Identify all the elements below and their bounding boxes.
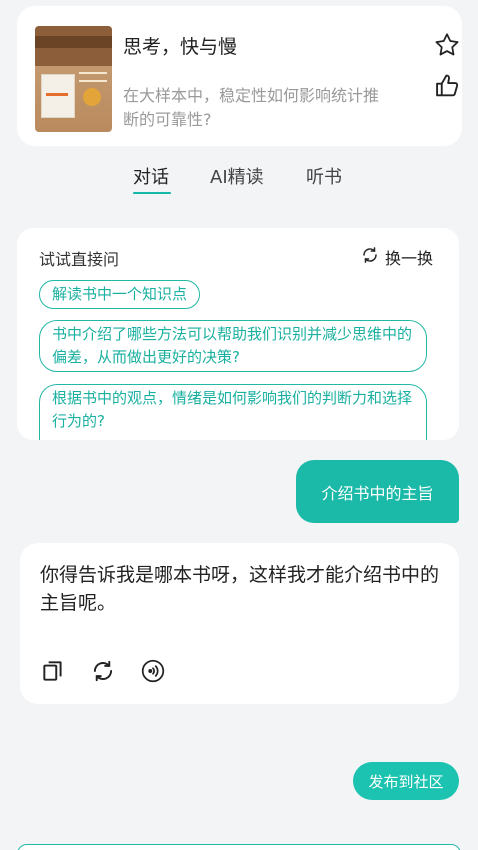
book-card: 思考，快与慢 在大样本中，稳定性如何影响统计推断的可靠性? (17, 6, 462, 146)
book-cover-image[interactable] (35, 26, 112, 132)
thumbs-up-icon[interactable] (433, 72, 461, 100)
regenerate-icon[interactable] (90, 658, 116, 684)
ai-reply-text: 你得告诉我是哪本书呀，这样我才能介绍书中的主旨呢。 (40, 564, 440, 614)
tab-chat[interactable]: 对话 (133, 163, 169, 189)
speaker-icon[interactable] (140, 658, 166, 684)
book-question[interactable]: 在大样本中，稳定性如何影响统计推断的可靠性? (123, 84, 383, 132)
tab-bar: 对话 AI精读 听书 (0, 160, 478, 200)
publish-to-community-button[interactable]: 发布到社区 (353, 762, 459, 800)
copy-icon[interactable] (40, 658, 66, 684)
user-message-bubble: 介绍书中的主旨 (296, 460, 459, 523)
suggestion-chip[interactable]: 解读书中一个知识点 (39, 280, 201, 309)
chat-input-field[interactable] (17, 844, 461, 850)
active-tab-indicator (133, 192, 171, 194)
refresh-label: 换一换 (385, 249, 434, 268)
book-title: 思考，快与慢 (123, 36, 238, 58)
star-icon[interactable] (433, 31, 461, 59)
refresh-button[interactable]: 换一换 (361, 245, 433, 269)
tab-audiobook[interactable]: 听书 (306, 163, 342, 189)
refresh-icon (361, 246, 379, 268)
suggestions-title: 试试直接问 (39, 250, 120, 269)
suggestion-chip[interactable]: 书中介绍了哪些方法可以帮助我们识别并减少思维中的偏差，从而做出更好的决策? (39, 320, 427, 372)
suggestions-card: 试试直接问 换一换 解读书中一个知识点 书中介绍了哪些方法可以帮助我们识别并减少… (17, 228, 459, 440)
suggestion-chip[interactable]: 根据书中的观点，情绪是如何影响我们的判断力和选择行为的? (39, 384, 427, 440)
ai-reply-card: 你得告诉我是哪本书呀，这样我才能介绍书中的主旨呢。 (20, 543, 459, 704)
tab-ai-reading[interactable]: AI精读 (210, 163, 264, 189)
